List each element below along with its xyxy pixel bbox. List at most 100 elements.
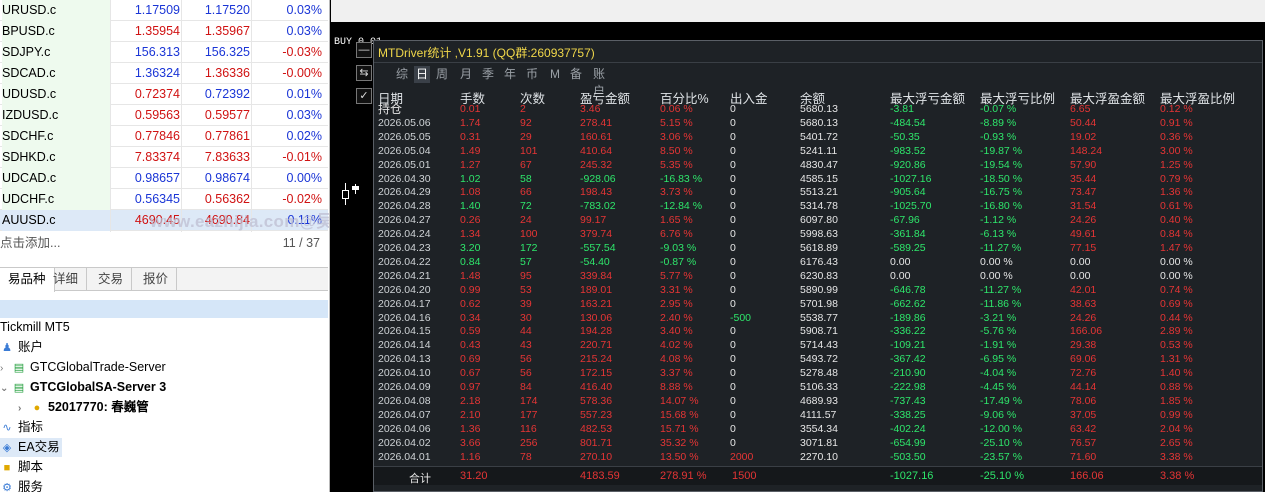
nav-item-server-sa[interactable]: ⌄ ▤ GTCGlobalSA-Server 3 — [0, 378, 166, 397]
row-date: 2026.04.02 — [378, 436, 431, 449]
row-io: 0 — [730, 408, 736, 421]
market-watch-row[interactable]: UDUSD.c 0.72374 0.72392 0.01% — [0, 84, 328, 105]
row-max-dd-pct: -4.04 % — [980, 367, 1017, 380]
row-date: 2026.04.29 — [378, 186, 431, 199]
tab-ticks[interactable]: 报价 — [135, 268, 178, 291]
table-row[interactable]: 2026.05.01 1.27 67 245.32 5.35 % 0 4830.47 -920… — [374, 159, 1262, 173]
table-row[interactable]: 2026.04.16 0.34 30 130.06 2.40 % -500 5538.77 -… — [374, 312, 1262, 326]
table-row[interactable]: 2026.04.09 0.97 84 416.40 8.88 % 0 5106.33 -222… — [374, 381, 1262, 395]
tab-details[interactable]: 详细 — [45, 268, 88, 291]
row-lots: 1.74 — [460, 116, 481, 129]
table-row[interactable]: 2026.04.13 0.69 56 215.24 4.08 % 0 5493.72 -367… — [374, 353, 1262, 367]
nav-item-indicators[interactable]: ∿ 指标 — [0, 418, 43, 437]
table-row[interactable]: 2026.04.21 1.48 95 339.84 5.77 % 0 6230.83 0.00… — [374, 270, 1262, 284]
row-date: 2026.04.30 — [378, 172, 431, 185]
table-row[interactable]: 2026.05.05 0.31 29 160.61 3.06 % 0 5401.72 -50.… — [374, 131, 1262, 145]
market-watch-row[interactable]: SDCAD.c 1.36324 1.36336 -0.00% — [0, 63, 328, 84]
table-row[interactable]: 2026.04.23 3.20 172 -557.54 -9.03 % 0 5618.89 -… — [374, 242, 1262, 256]
table-row[interactable]: 2026.04.14 0.43 43 220.71 4.02 % 0 5714.43 -109… — [374, 339, 1262, 353]
market-watch-row[interactable]: SDHKD.c 7.83374 7.83633 -0.01% — [0, 147, 328, 168]
table-row[interactable]: 2026.04.17 0.62 39 163.21 2.95 % 0 5701.98 -662… — [374, 298, 1262, 312]
nav-item-scripts[interactable]: ■ 脚本 — [0, 458, 43, 477]
row-count: 78 — [520, 450, 532, 463]
table-row[interactable]: 2026.04.22 0.84 57 -54.40 -0.87 % 0 6176.43 0.0… — [374, 256, 1262, 270]
row-count: 39 — [520, 297, 532, 310]
table-row[interactable]: 2026.04.20 0.99 53 189.01 3.31 % 0 5890.99 -646… — [374, 284, 1262, 298]
row-count: 30 — [520, 311, 532, 324]
row-date: 2026.04.01 — [378, 450, 431, 463]
row-max-dd-pct: -6.13 % — [980, 228, 1017, 241]
row-io: 0 — [730, 116, 736, 129]
nav-item-account[interactable]: › ● 52017770: 春巍管 — [18, 398, 149, 417]
row-max-dd: 0.00 — [890, 255, 911, 268]
period-tab[interactable]: 年 — [502, 66, 518, 83]
row-pnl: 99.17 — [580, 214, 607, 227]
tab-trading[interactable]: 交易 — [90, 268, 133, 291]
table-row[interactable]: 2026.04.29 1.08 66 198.43 3.73 % 0 5513.21 -905… — [374, 186, 1262, 200]
row-max-fp: 0.00 — [1070, 269, 1091, 282]
period-tab[interactable]: 季 — [480, 66, 496, 83]
row-max-dd: -210.90 — [890, 367, 926, 380]
row-max-dd: -338.25 — [890, 408, 926, 421]
row-max-fp-pct: 0.91 % — [1160, 116, 1193, 129]
table-row[interactable]: 2026.04.24 1.34 100 379.74 6.76 % 0 5998.63 -36… — [374, 228, 1262, 242]
chevron-down-icon[interactable]: ⌄ — [0, 379, 12, 398]
period-tab[interactable]: 币 — [524, 66, 540, 83]
period-tab[interactable]: 综 — [394, 66, 410, 83]
period-tab[interactable]: 日 — [414, 66, 431, 83]
table-row[interactable]: 2026.04.06 1.36 116 482.53 15.71 % 0 3554.34 -4… — [374, 423, 1262, 437]
row-max-dd: -336.22 — [890, 325, 926, 338]
row-max-fp-pct: 2.65 % — [1160, 436, 1193, 449]
nav-label: GTCGlobalTrade-Server — [30, 360, 166, 374]
row-max-dd: -737.43 — [890, 394, 926, 407]
table-row[interactable]: 2026.04.27 0.26 24 99.17 1.65 % 0 6097.80 -67.9… — [374, 214, 1262, 228]
table-row[interactable]: 2026.04.30 1.02 58 -928.06 -16.83 % 0 4585.15 -… — [374, 173, 1262, 187]
table-row[interactable]: 2026.05.04 1.49 101 410.64 8.50 % 0 5241.11 -98… — [374, 145, 1262, 159]
market-watch-row[interactable]: SDCHF.c 0.77846 0.77861 0.02% — [0, 126, 328, 147]
row-pnl: 198.43 — [580, 186, 613, 199]
divider — [374, 62, 1262, 63]
check-button[interactable]: ✓ — [356, 88, 372, 104]
market-watch-row[interactable]: BPUSD.c 1.35954 1.35967 0.03% — [0, 21, 328, 42]
row-count: 172 — [520, 242, 538, 254]
market-watch-row[interactable]: URUSD.c 1.17509 1.17520 0.03% — [0, 0, 328, 21]
table-row[interactable]: 持仓 0.01 2 3.46 0.06 % 0 5680.13 -3.81 -0.07 % 6.6… — [374, 103, 1262, 117]
chevron-right-icon[interactable]: › — [0, 359, 12, 378]
table-row[interactable]: 2026.04.15 0.59 44 194.28 3.40 % 0 5908.71 -336… — [374, 325, 1262, 339]
period-tab[interactable]: M — [548, 66, 562, 83]
nav-item-services[interactable]: ⚙ 服务 — [0, 478, 43, 492]
market-watch-row[interactable]: SDJPY.c 156.313 156.325 -0.03% — [0, 42, 328, 63]
period-tab[interactable]: 备 — [568, 66, 584, 83]
row-lots: 1.08 — [460, 186, 481, 199]
add-symbol-row[interactable]: 点击添加... 11 / 37 — [0, 233, 328, 254]
row-pnl: 189.01 — [580, 283, 613, 296]
row-pct: 8.88 % — [660, 381, 693, 393]
add-symbol-label[interactable]: 点击添加... — [0, 236, 60, 250]
total-label: 合计 — [409, 473, 431, 485]
row-max-dd: -189.86 — [890, 311, 926, 324]
daily-change: 0.01% — [286, 87, 322, 101]
nav-label: GTCGlobalSA-Server 3 — [30, 380, 167, 394]
period-tab[interactable]: 周 — [434, 66, 450, 83]
table-row[interactable]: 2026.04.07 2.10 177 557.23 15.68 % 0 4111.57 -3… — [374, 409, 1262, 423]
market-watch-row[interactable]: UDCAD.c 0.98657 0.98674 0.00% — [0, 168, 328, 189]
table-row[interactable]: 2026.04.10 0.67 56 172.15 3.37 % 0 5278.48 -210… — [374, 367, 1262, 381]
chevron-right-icon[interactable]: › — [18, 399, 30, 418]
table-row[interactable]: 2026.04.01 1.16 78 270.10 13.50 % 2000 2270.10… — [374, 451, 1262, 465]
move-button[interactable]: ⇆ — [356, 65, 372, 81]
chart-area[interactable]: BUY 0.01 — ⇆ ✓ MTDriver统计 ,V1.91 (QQ群:26… — [331, 0, 1265, 492]
row-max-fp: 72.76 — [1070, 367, 1097, 380]
period-tab[interactable]: 月 — [458, 66, 474, 83]
nav-item-server-trade[interactable]: › ▤ GTCGlobalTrade-Server — [0, 358, 166, 377]
nav-item-accounts[interactable]: ♟ 账户 — [0, 338, 43, 357]
table-row[interactable]: 2026.04.28 1.40 72 -783.02 -12.84 % 0 5314.78 -… — [374, 200, 1262, 214]
minimize-button[interactable]: — — [356, 42, 372, 58]
nav-item-expert-advisors[interactable]: ◈ EA交易 — [0, 438, 62, 457]
broker-name[interactable]: Tickmill MT5 — [0, 318, 70, 337]
table-row[interactable]: 2026.05.06 1.74 92 278.41 5.15 % 0 5680.13 -484… — [374, 117, 1262, 131]
table-row[interactable]: 2026.04.08 2.18 174 578.36 14.07 % 0 4689.93 -7… — [374, 395, 1262, 409]
row-max-fp: 69.06 — [1070, 353, 1097, 366]
table-row[interactable]: 2026.04.02 3.66 256 801.71 35.32 % 0 3071.81 -6… — [374, 437, 1262, 451]
market-watch-row[interactable]: IZDUSD.c 0.59563 0.59577 0.03% — [0, 105, 328, 126]
row-pnl: -783.02 — [580, 200, 616, 213]
